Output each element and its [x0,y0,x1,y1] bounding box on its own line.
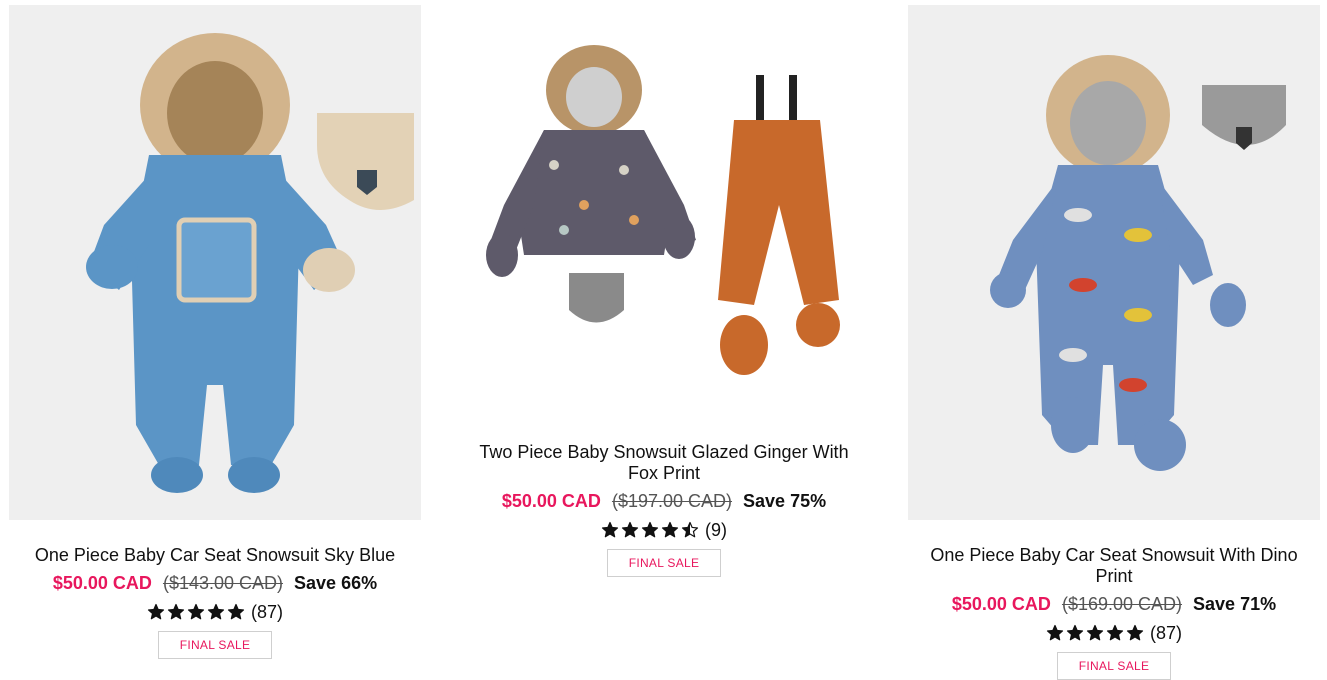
save-percent: Save 75% [743,491,827,511]
star-filled-icon [1066,624,1084,641]
rating-row[interactable]: (87) [9,601,421,623]
original-price: ($169.00 CAD) [1061,594,1183,614]
star-filled-icon [1106,624,1124,641]
snowsuit-dino-print-illustration [990,55,1286,471]
star-filled-icon [1046,624,1064,641]
star-rating [147,603,245,621]
product-info: Two Piece Baby Snowsuit Glazed Ginger Wi… [434,442,894,577]
product-title[interactable]: Two Piece Baby Snowsuit Glazed Ginger Wi… [474,442,854,484]
two-piece-snowsuit-illustration [486,45,840,375]
star-rating [1046,624,1144,642]
final-sale-badge: FINAL SALE [157,631,273,659]
price-row: $50.00 CAD ($197.00 CAD) Save 75% [434,490,894,512]
price-row: $50.00 CAD ($169.00 CAD) Save 71% [908,593,1320,615]
star-filled-icon [1086,624,1104,641]
snowsuit-sky-blue-illustration [86,33,414,493]
final-sale-badge: FINAL SALE [1056,652,1172,680]
star-filled-icon [167,603,185,620]
star-filled-icon [601,521,619,538]
product-title[interactable]: One Piece Baby Car Seat Snowsuit With Di… [924,545,1304,587]
star-half-icon [681,521,699,538]
star-filled-icon [147,603,165,620]
star-filled-icon [227,603,245,620]
sale-price: $50.00 CAD [52,573,152,593]
final-sale-badge: FINAL SALE [606,549,722,577]
save-percent: Save 66% [294,573,378,593]
star-filled-icon [661,521,679,538]
rating-row[interactable]: (9) [434,519,894,541]
star-rating [601,521,699,539]
star-filled-icon [621,521,639,538]
product-title[interactable]: One Piece Baby Car Seat Snowsuit Sky Blu… [9,545,421,566]
price-row: $50.00 CAD ($143.00 CAD) Save 66% [9,572,421,594]
original-price: ($197.00 CAD) [611,491,733,511]
sale-price: $50.00 CAD [501,491,601,511]
sale-price: $50.00 CAD [951,594,1051,614]
star-filled-icon [187,603,205,620]
rating-row[interactable]: (87) [908,622,1320,644]
star-filled-icon [641,521,659,538]
save-percent: Save 71% [1193,594,1277,614]
review-count: (9) [705,520,727,540]
product-image-sky-blue[interactable] [9,5,421,520]
original-price: ($143.00 CAD) [162,573,284,593]
product-image-glazed-ginger[interactable] [434,5,894,415]
product-info: One Piece Baby Car Seat Snowsuit With Di… [908,545,1320,680]
review-count: (87) [250,602,283,622]
product-info: One Piece Baby Car Seat Snowsuit Sky Blu… [9,545,421,659]
star-filled-icon [1126,624,1144,641]
product-image-dino-print[interactable] [908,5,1320,520]
star-filled-icon [207,603,225,620]
review-count: (87) [1149,623,1182,643]
